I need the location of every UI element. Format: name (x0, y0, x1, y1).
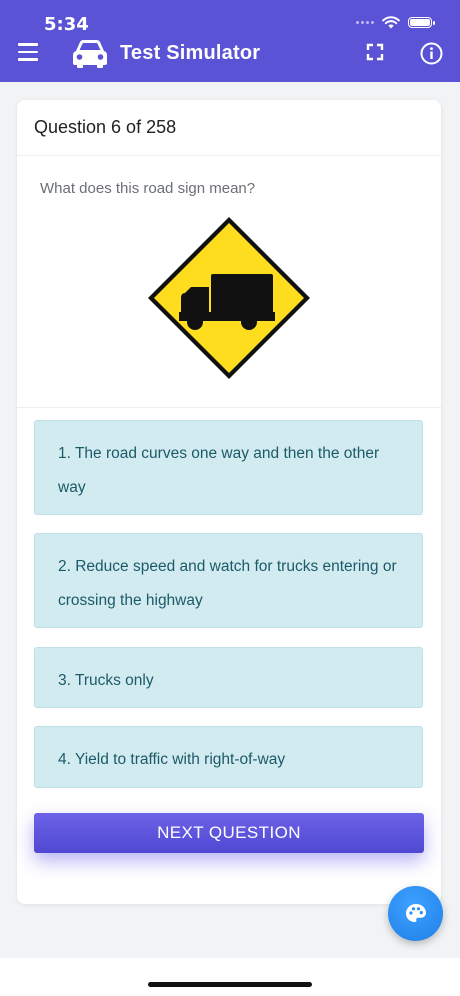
fullscreen-icon[interactable] (366, 43, 384, 61)
question-card: Question 6 of 258 What does this road si… (17, 100, 441, 904)
car-icon (73, 40, 107, 68)
app-title: Test Simulator (120, 42, 261, 64)
app-bar: 5:34 Test Simulator (0, 0, 460, 82)
info-icon[interactable] (420, 42, 443, 65)
next-question-button[interactable]: NEXT QUESTION (34, 813, 424, 853)
truck-crossing-sign-image (148, 217, 310, 379)
answer-option-4[interactable]: 4. Yield to traffic with right-of-way (34, 726, 423, 788)
status-time: 5:34 (44, 14, 89, 35)
wifi-icon (382, 16, 400, 29)
question-text: What does this road sign mean? (40, 180, 256, 197)
hamburger-menu-icon[interactable] (18, 43, 38, 66)
bottom-safe-area (0, 958, 460, 996)
answer-option-1[interactable]: 1. The road curves one way and then the … (34, 420, 423, 515)
answer-option-3[interactable]: 3. Trucks only (34, 647, 423, 708)
palette-icon (405, 903, 426, 922)
question-counter: Question 6 of 258 (17, 100, 441, 156)
cellular-signal-icon (356, 21, 374, 24)
status-icons (356, 16, 435, 29)
home-indicator (148, 982, 312, 987)
answer-option-2[interactable]: 2. Reduce speed and watch for trucks ent… (34, 533, 423, 628)
theme-fab-button[interactable] (388, 886, 443, 941)
battery-icon (408, 17, 435, 28)
divider (17, 407, 441, 408)
